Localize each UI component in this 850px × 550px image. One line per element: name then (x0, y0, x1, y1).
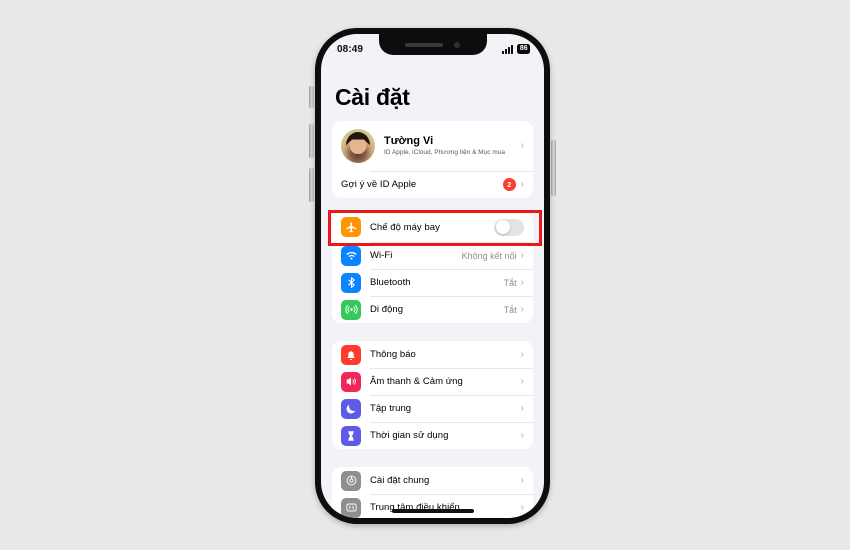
airplane-icon (341, 217, 361, 237)
row-label: Wi-Fi (370, 250, 393, 261)
airplane-mode-toggle[interactable] (494, 218, 524, 236)
chevron-right-icon: › (520, 474, 524, 486)
toggle-knob (495, 220, 510, 234)
battery-icon: 86 (516, 44, 530, 54)
control-center-icon (341, 497, 361, 518)
power-button[interactable] (551, 140, 556, 196)
user-avatar (341, 129, 375, 163)
row-general[interactable]: Cài đặt chung › (332, 467, 533, 494)
account-text: Tường Vi ID Apple, iCloud, Phương tiện &… (384, 135, 521, 157)
settings-content: Cài đặt Tường Vi ID Apple, iCloud, Phươn… (321, 60, 544, 518)
row-wifi[interactable]: Wi-Fi Không kết nối › (332, 242, 533, 269)
row-value: Không kết nối (461, 250, 517, 261)
wifi-icon (341, 245, 361, 266)
chevron-right-icon: › (520, 429, 524, 441)
row-screen-time[interactable]: Thời gian sử dụng › (332, 422, 533, 449)
cellular-signal-icon (501, 44, 513, 54)
chevron-right-icon: › (520, 348, 524, 360)
notifications-group: Thông báo › Âm thanh & Cảm ứng › Tập tru… (332, 341, 533, 449)
row-label: Âm thanh & Cảm ứng (370, 376, 463, 387)
volume-up-button[interactable] (309, 124, 314, 158)
row-label: Tập trung (370, 403, 412, 414)
cellular-icon (341, 299, 361, 320)
row-label: Bluetooth (370, 277, 411, 288)
front-camera-icon (454, 41, 460, 48)
row-focus[interactable]: Tập trung › (332, 395, 533, 422)
row-cellular[interactable]: Di động Tắt › (332, 296, 533, 323)
notch (378, 34, 487, 55)
chevron-right-icon: › (520, 276, 524, 288)
screenshot-stage: 08:49 86 Cài đặt Tường Vi ID Apple, iClo… (0, 0, 850, 550)
moon-icon (341, 398, 361, 419)
chevron-right-icon: › (520, 303, 524, 315)
status-time: 08:49 (337, 43, 364, 55)
row-label: Thông báo (370, 349, 416, 360)
row-label: Cài đặt chung (370, 475, 430, 486)
row-label: Chế độ máy bay (370, 221, 440, 233)
row-airplane-mode[interactable]: Chế độ máy bay (332, 212, 533, 242)
bluetooth-icon (341, 272, 361, 293)
volume-down-button[interactable] (309, 168, 314, 202)
connectivity-group: Chế độ máy bay Wi-Fi Không kết nối › Blu… (332, 212, 533, 323)
row-value: Tắt (503, 304, 517, 315)
account-group: Tường Vi ID Apple, iCloud, Phương tiện &… (332, 121, 533, 198)
account-row[interactable]: Tường Vi ID Apple, iCloud, Phương tiện &… (332, 121, 533, 171)
speaker-icon (341, 371, 361, 392)
chevron-right-icon: › (520, 402, 524, 414)
chevron-right-icon: › (520, 249, 524, 261)
apple-id-suggestion-label: Gợi ý về ID Apple (341, 179, 417, 190)
hourglass-icon (341, 425, 361, 446)
page-title: Cài đặt (335, 84, 410, 110)
row-sounds-haptics[interactable]: Âm thanh & Cảm ứng › (332, 368, 533, 395)
chevron-right-icon: › (520, 375, 524, 387)
row-control-center[interactable]: Trung tâm điều khiển › (332, 494, 533, 518)
row-notifications[interactable]: Thông báo › (332, 341, 533, 368)
silence-switch[interactable] (309, 86, 314, 108)
chevron-right-icon: › (520, 178, 524, 190)
home-indicator[interactable] (391, 509, 474, 513)
row-label: Di động (370, 304, 404, 315)
account-subtitle: ID Apple, iCloud, Phương tiện & Mục mua (384, 149, 505, 156)
apple-id-suggestion-row[interactable]: Gợi ý về ID Apple 2 › (332, 171, 533, 198)
phone-screen: 08:49 86 Cài đặt Tường Vi ID Apple, iClo… (321, 34, 544, 518)
chevron-right-icon: › (520, 140, 524, 151)
gear-icon (341, 470, 361, 491)
row-bluetooth[interactable]: Bluetooth Tắt › (332, 269, 533, 296)
account-name: Tường Vi (384, 135, 434, 147)
status-indicators: 86 (501, 44, 530, 54)
chevron-right-icon: › (520, 501, 524, 513)
row-value: Tắt (503, 277, 517, 288)
bell-icon (341, 344, 361, 365)
status-badge: 2 (502, 178, 516, 191)
speaker-grille-icon (405, 42, 443, 47)
row-label: Thời gian sử dụng (370, 430, 449, 441)
